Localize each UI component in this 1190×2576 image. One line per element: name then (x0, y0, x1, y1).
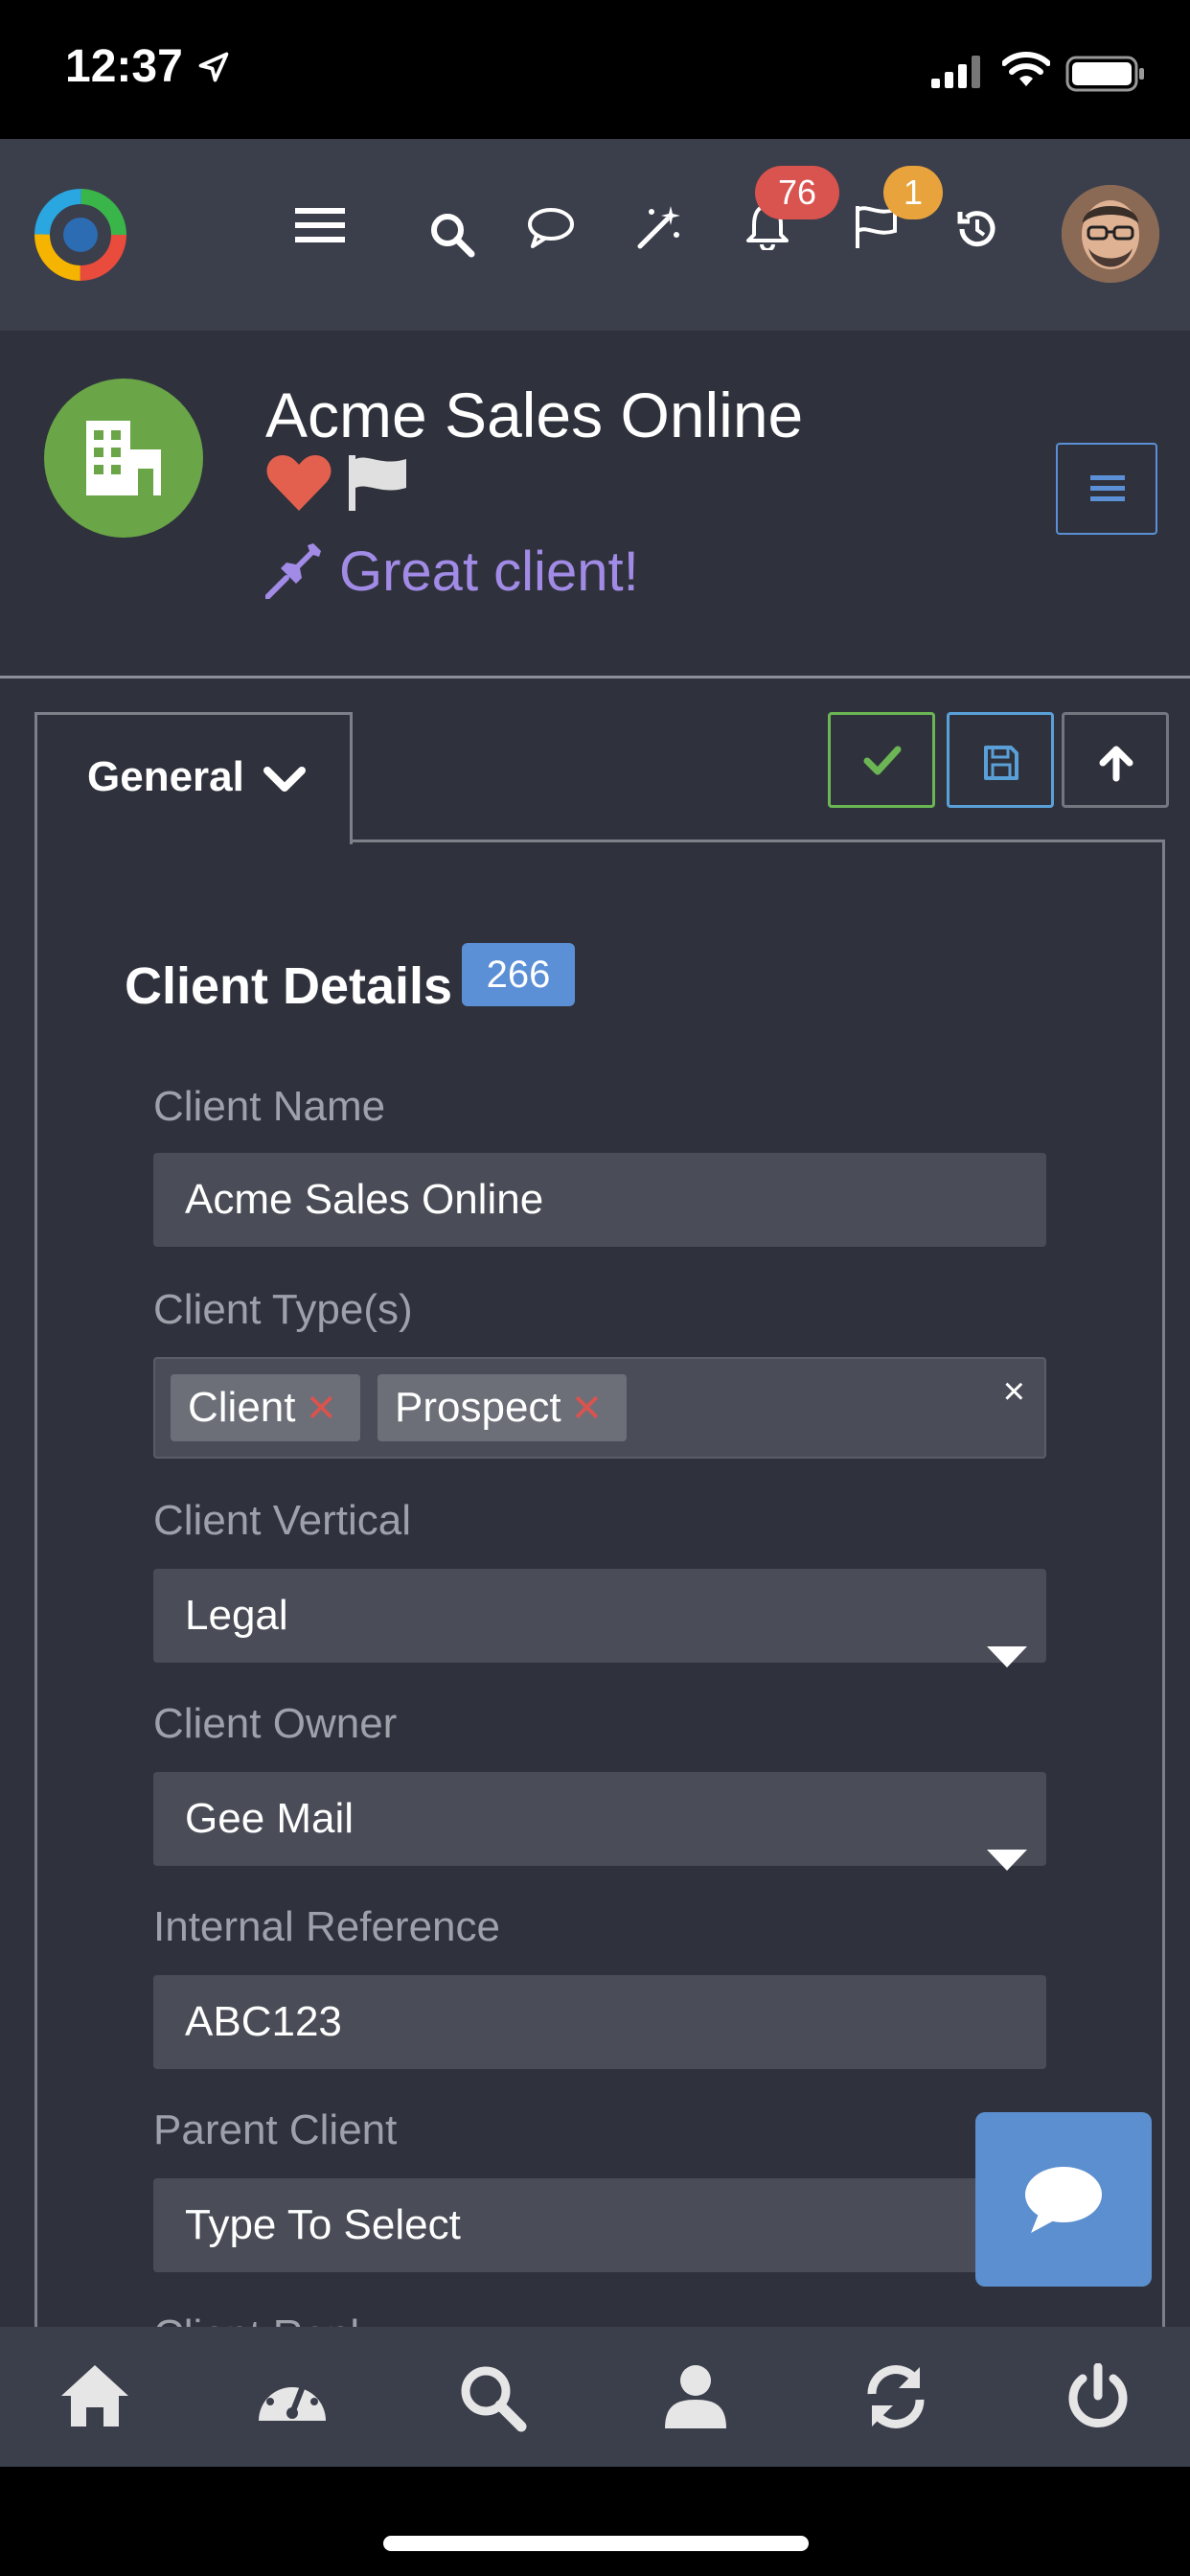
home-indicator[interactable] (383, 2536, 809, 2551)
building-icon (86, 421, 161, 495)
pin-icon (264, 540, 325, 604)
flag-icon[interactable] (347, 455, 410, 516)
parent-client-input[interactable]: Type To Select (153, 2178, 1046, 2272)
section-title: Client Details (125, 957, 453, 1015)
notifications-badge: 76 (755, 166, 839, 219)
caret-down-icon (987, 1607, 1027, 1701)
app-logo-icon[interactable] (33, 187, 128, 288)
bottom-navigation (0, 2327, 1190, 2467)
header-divider (0, 676, 1190, 678)
internal-reference-label: Internal Reference (153, 1903, 500, 1950)
client-owner-select[interactable]: Gee Mail (153, 1772, 1046, 1871)
internal-reference-field[interactable]: ABC123 (153, 1975, 1046, 2069)
chat-bubble-icon (1025, 2167, 1102, 2233)
scroll-up-button[interactable] (1062, 712, 1169, 808)
client-avatar (44, 379, 203, 538)
ios-status-bar: 12:37 (0, 0, 1190, 139)
live-chat-button[interactable] (975, 2112, 1152, 2287)
favorite-heart-icon[interactable] (265, 453, 332, 518)
checkmark-icon (863, 746, 902, 775)
client-vertical-select[interactable]: Legal (153, 1569, 1046, 1668)
pinned-note: Great client! (339, 540, 639, 603)
user-icon[interactable] (663, 2363, 728, 2435)
battery-icon (1065, 56, 1146, 97)
tag-label: Prospect (395, 1384, 561, 1431)
history-icon[interactable] (956, 208, 998, 255)
cellular-signal-icon (931, 56, 985, 93)
client-name-label: Client Name (153, 1083, 386, 1130)
home-indicator-area (0, 2467, 1190, 2576)
tag-client: Client ✕ (171, 1374, 360, 1441)
location-arrow-icon (196, 50, 231, 89)
tag-prospect: Prospect ✕ (378, 1374, 627, 1441)
flags-badge: 1 (883, 166, 943, 219)
save-and-close-button[interactable] (828, 712, 935, 808)
section-count-badge: 266 (462, 943, 575, 1006)
power-icon[interactable] (1065, 2362, 1131, 2435)
client-vertical-value: Legal (185, 1592, 288, 1639)
client-owner-value: Gee Mail (185, 1795, 355, 1842)
client-title: Acme Sales Online (265, 380, 804, 450)
wifi-icon (1001, 52, 1051, 93)
hamburger-menu-icon (1090, 475, 1125, 501)
tab-general[interactable]: General (34, 712, 353, 844)
dashboard-gauge-icon[interactable] (255, 2363, 330, 2433)
chat-bubble-icon[interactable] (527, 206, 575, 253)
remove-tag-icon[interactable]: ✕ (571, 1388, 604, 1430)
client-header: Acme Sales Online Great client! (0, 331, 1190, 678)
client-types-label: Client Type(s) (153, 1286, 413, 1333)
parent-client-label: Parent Client (153, 2106, 398, 2153)
search-icon[interactable] (429, 212, 475, 263)
save-button[interactable] (947, 712, 1054, 808)
home-icon[interactable] (59, 2363, 130, 2433)
chevron-down-icon (263, 767, 306, 800)
user-avatar[interactable] (1062, 185, 1159, 283)
top-navbar: 76 1 (0, 139, 1190, 331)
client-vertical-label: Client Vertical (153, 1497, 412, 1544)
arrow-up-icon (1099, 746, 1133, 782)
clear-all-icon[interactable]: × (1003, 1370, 1025, 1414)
client-owner-label: Client Owner (153, 1700, 398, 1747)
refresh-icon[interactable] (862, 2363, 929, 2435)
tab-label: General (87, 753, 244, 800)
tag-label: Client (188, 1384, 296, 1431)
client-types-select[interactable]: Client ✕ Prospect ✕ × (153, 1357, 1046, 1459)
search-icon[interactable] (458, 2363, 527, 2437)
caret-down-icon (987, 1810, 1027, 1904)
client-name-field[interactable]: Acme Sales Online (153, 1153, 1046, 1247)
client-menu-button[interactable] (1056, 443, 1157, 535)
hamburger-menu-icon[interactable] (295, 206, 345, 249)
magic-wand-icon[interactable] (636, 204, 682, 255)
floppy-disk-icon (984, 746, 1018, 780)
status-time: 12:37 (65, 41, 183, 92)
remove-tag-icon[interactable]: ✕ (306, 1388, 338, 1430)
